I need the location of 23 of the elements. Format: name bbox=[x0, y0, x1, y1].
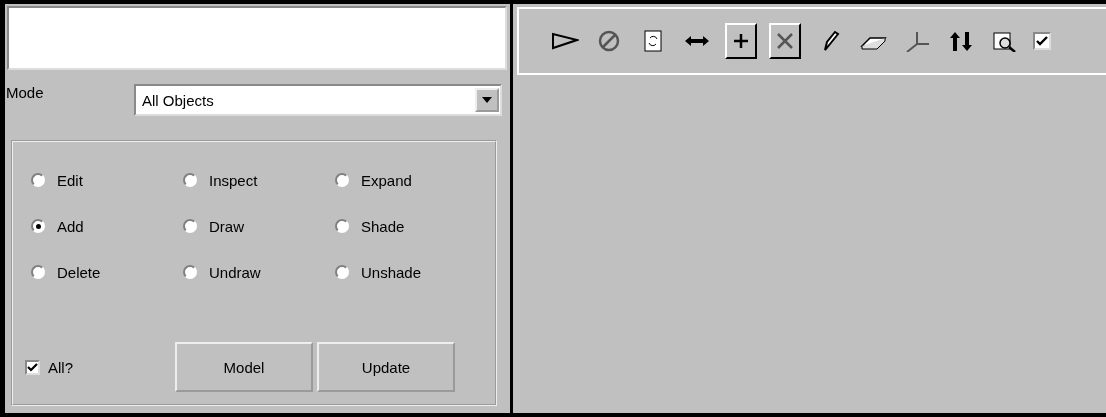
update-button[interactable]: Update bbox=[317, 342, 455, 392]
up-down-arrows-icon bbox=[947, 30, 975, 52]
toolbar-checkbox[interactable] bbox=[1033, 32, 1051, 50]
radio-option[interactable]: Inspect bbox=[183, 168, 335, 192]
radio-option[interactable]: Undraw bbox=[183, 260, 335, 284]
radio-option[interactable]: Delete bbox=[31, 260, 183, 284]
toolbar-button[interactable] bbox=[769, 23, 801, 59]
checkmark-icon bbox=[1036, 36, 1048, 46]
dropdown-arrow-icon bbox=[482, 97, 492, 103]
mode-label: Mode bbox=[5, 84, 45, 101]
radio-option[interactable]: Draw bbox=[183, 214, 335, 238]
all-checkbox[interactable]: All? bbox=[25, 358, 175, 376]
toolbar-button[interactable] bbox=[725, 23, 757, 59]
radio-option[interactable]: Add bbox=[31, 214, 183, 238]
radio-option[interactable]: Unshade bbox=[335, 260, 487, 284]
radio-option[interactable]: Shade bbox=[335, 214, 487, 238]
mode-dropdown[interactable]: All Objects bbox=[134, 84, 502, 116]
checkmark-icon bbox=[27, 362, 38, 372]
radio-option[interactable]: Edit bbox=[31, 168, 183, 192]
text-area[interactable] bbox=[7, 6, 507, 70]
radio-option[interactable]: Expand bbox=[335, 168, 487, 192]
model-button[interactable]: Model bbox=[175, 342, 313, 392]
angle-icon bbox=[551, 30, 579, 52]
